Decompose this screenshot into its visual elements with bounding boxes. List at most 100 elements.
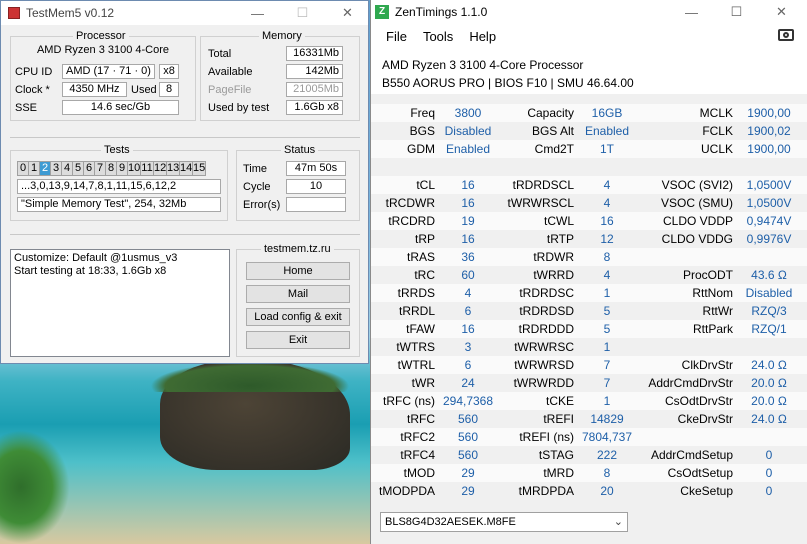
- timing-value: RZQ/3: [751, 304, 787, 318]
- errors-field: [286, 197, 346, 212]
- group-title: Status: [281, 144, 319, 156]
- timing-value: 29: [461, 466, 475, 480]
- timing-row: BGS Disabled BGS Alt Enabled FCLK 1900,02: [371, 122, 807, 140]
- timing-label: tRDRDSCL: [512, 178, 574, 192]
- maximize-button[interactable]: ☐: [280, 1, 325, 25]
- total-field: 16331Mb: [286, 46, 343, 61]
- timing-value: 1: [603, 340, 611, 354]
- pagefile-field: 21005Mb: [286, 82, 343, 97]
- timing-label: tWRWRSC: [514, 340, 574, 354]
- timing-value: 1: [603, 286, 611, 300]
- timing-label: BGS: [409, 124, 435, 138]
- timing-row: tRCDWR 16 tWRWRSCL 4 VSOC (SMU) 1,0500V: [371, 194, 807, 212]
- used-field: 8: [159, 82, 179, 97]
- timing-label: tCL: [416, 178, 435, 192]
- timing-label: VSOC (SMU): [661, 196, 733, 210]
- mail-button[interactable]: Mail: [246, 285, 350, 303]
- testmem-titlebar[interactable]: TestMem5 v0.12 — ☐ ✕: [1, 1, 368, 25]
- timing-value: 19: [461, 214, 475, 228]
- testmem-window: TestMem5 v0.12 — ☐ ✕ Processor AMD Ryzen…: [0, 0, 369, 364]
- timing-value: 43.6 Ω: [751, 268, 787, 282]
- zentimings-titlebar[interactable]: Z ZenTimings 1.1.0 — ☐ ✕: [371, 0, 807, 24]
- timing-row: tMODPDA 29 tMRDPDA 20 CkeSetup 0: [371, 482, 807, 500]
- total-label: Total: [208, 48, 232, 60]
- timing-label: tRCDWR: [385, 196, 435, 210]
- errors-label: Error(s): [243, 199, 281, 211]
- timing-label: CsOdtDrvStr: [664, 394, 733, 408]
- timing-label: tRP: [414, 232, 435, 246]
- timing-value: 0: [765, 448, 773, 462]
- timing-value: Disabled: [745, 286, 793, 300]
- timing-label: AddrCmdSetup: [650, 448, 733, 462]
- timing-label: BGS Alt: [531, 124, 574, 138]
- window-title: ZenTimings 1.1.0: [395, 5, 488, 19]
- timing-label: FCLK: [702, 124, 733, 138]
- timing-value: Enabled: [445, 142, 491, 156]
- timing-row: tRC 60 tWRRD 4 ProcODT 43.6 Ω: [371, 266, 807, 284]
- memory-module-select[interactable]: BLS8G4D32AESEK.M8FE ⌄: [380, 512, 628, 532]
- timing-label: tWRWRSCL: [507, 196, 574, 210]
- timing-value: 20.0 Ω: [751, 376, 787, 390]
- minimize-button[interactable]: —: [235, 1, 280, 25]
- zentimings-logo-icon: Z: [375, 5, 389, 19]
- log-line: Customize: Default @1usmus_v3: [14, 252, 178, 264]
- island-trees: [150, 362, 350, 392]
- cycle-label: Cycle: [243, 181, 271, 193]
- timing-value: 16: [461, 178, 475, 192]
- timing-value: 1900,00: [747, 106, 791, 120]
- timing-value: 560: [457, 430, 479, 444]
- timing-label: RttPark: [692, 322, 733, 336]
- timing-value: 12: [600, 232, 614, 246]
- timing-label: AddrCmdDrvStr: [648, 376, 733, 390]
- timing-label: tRAS: [406, 250, 435, 264]
- timing-label: RttNom: [692, 286, 733, 300]
- home-button[interactable]: Home: [246, 262, 350, 280]
- timing-label: tRDRDSD: [519, 304, 574, 318]
- timing-value: Disabled: [444, 124, 492, 138]
- used-by-test-field: 1.6Gb x8: [286, 100, 343, 115]
- timing-label: tREFI: [543, 412, 574, 426]
- test-cell: 14: [179, 161, 193, 176]
- timing-value: 4: [603, 268, 611, 282]
- timing-row: tWR 24 tWRWRDD 7 AddrCmdDrvStr 20.0 Ω: [371, 374, 807, 392]
- timing-value: 16GB: [591, 106, 623, 120]
- timing-label: tRDWR: [533, 250, 574, 264]
- system-info: AMD Ryzen 3 3100 4-Core Processor B550 A…: [371, 48, 807, 94]
- window-title: TestMem5 v0.12: [26, 6, 115, 20]
- maximize-button[interactable]: ☐: [714, 0, 759, 24]
- timing-label: tCWL: [544, 214, 574, 228]
- clock-field: 4350 MHz: [62, 82, 127, 97]
- cycle-field: 10: [286, 179, 346, 194]
- timing-value: 4: [603, 178, 611, 192]
- timing-value: 6: [464, 304, 472, 318]
- timing-value: Enabled: [584, 124, 630, 138]
- timing-value: 1900,02: [747, 124, 791, 138]
- timing-label: tMOD: [403, 466, 435, 480]
- exit-button[interactable]: Exit: [246, 331, 350, 349]
- close-button[interactable]: ✕: [325, 1, 370, 25]
- timing-label: tRRDL: [398, 304, 435, 318]
- timing-label: ClkDrvStr: [681, 358, 733, 372]
- test-name-field: "Simple Memory Test", 254, 32Mb: [17, 197, 221, 212]
- timing-label: tWTRS: [396, 340, 435, 354]
- test-cell: 15: [192, 161, 206, 176]
- timing-value: 0: [765, 484, 773, 498]
- menu-tools[interactable]: Tools: [415, 29, 461, 44]
- timing-value: 3: [464, 340, 472, 354]
- timing-row: tRRDL 6 tRDRDSD 5 RttWr RZQ/3: [371, 302, 807, 320]
- minimize-button[interactable]: —: [669, 0, 714, 24]
- timing-value: 16: [461, 322, 475, 336]
- cpuid-field: AMD (17 · 71 · 0): [62, 64, 155, 79]
- log-textbox[interactable]: Customize: Default @1usmus_v3 Start test…: [10, 249, 230, 357]
- timing-label: CsOdtSetup: [667, 466, 733, 480]
- timing-value: 14829: [590, 412, 624, 426]
- timing-value: 5: [603, 304, 611, 318]
- camera-icon[interactable]: [778, 29, 794, 41]
- close-button[interactable]: ✕: [759, 0, 804, 24]
- timing-value: 7: [603, 376, 611, 390]
- load-config-exit-button[interactable]: Load config & exit: [246, 308, 350, 326]
- cpu-name: AMD Ryzen 3 3100 4-Core: [36, 44, 170, 56]
- menu-help[interactable]: Help: [461, 29, 504, 44]
- available-label: Available: [208, 66, 253, 78]
- menu-file[interactable]: File: [378, 29, 415, 44]
